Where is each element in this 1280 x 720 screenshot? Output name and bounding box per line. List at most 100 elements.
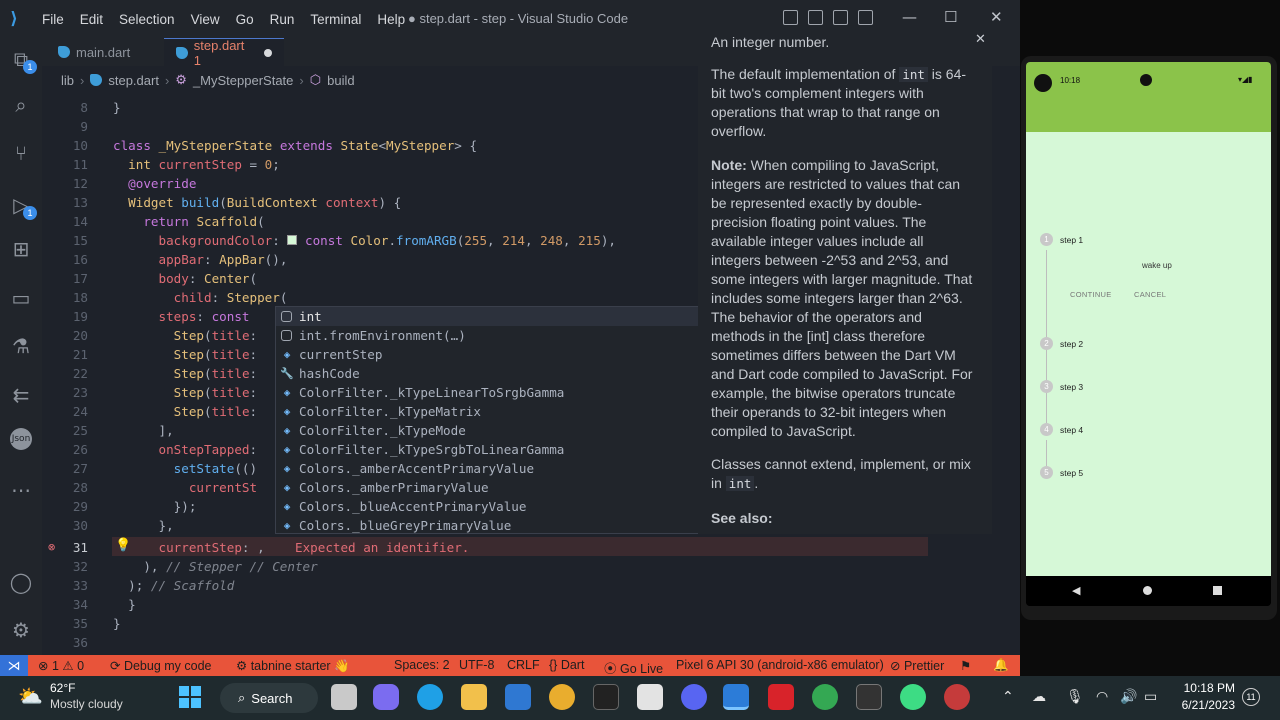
- problems-indicator[interactable]: ⊗ 1 ⚠ 0: [38, 658, 84, 673]
- weather-condition[interactable]: Mostly cloudy: [50, 697, 123, 711]
- minimize-icon[interactable]: —: [902, 8, 917, 26]
- menu-view[interactable]: View: [183, 12, 228, 27]
- json-icon[interactable]: Json: [10, 428, 32, 450]
- close-details-icon[interactable]: ✕: [975, 32, 986, 47]
- device-status[interactable]: Pixel 6 API 30 (android-x86 emulator): [676, 658, 884, 672]
- microphone-icon[interactable]: 🎙: [1066, 689, 1084, 705]
- step-circle[interactable]: 2: [1040, 337, 1053, 350]
- remote-explorer-icon[interactable]: ▭: [7, 284, 35, 312]
- suggestion-item[interactable]: ◈ Colors._blueGreyPrimaryValue: [276, 516, 708, 535]
- debug-my-code[interactable]: ⟳ Debug my code: [110, 658, 212, 673]
- wifi-icon[interactable]: ◠: [1096, 689, 1108, 705]
- go-live-button[interactable]: ⦿ Go Live: [604, 658, 663, 677]
- screen-recorder-icon[interactable]: [944, 684, 970, 710]
- suggestion-item[interactable]: ◈ ColorFilter._kTypeLinearToSrgbGamma: [276, 383, 708, 402]
- close-icon[interactable]: ✕: [990, 8, 1003, 26]
- suggestion-item[interactable]: ◈ Colors._amberAccentPrimaryValue: [276, 459, 708, 478]
- step-title[interactable]: step 2: [1060, 339, 1083, 349]
- edge-icon[interactable]: [417, 684, 443, 710]
- discord-icon[interactable]: [681, 684, 707, 710]
- suggestion-item[interactable]: int.fromEnvironment(…): [276, 326, 708, 345]
- maximize-icon[interactable]: ☐: [944, 8, 957, 26]
- encoding-status[interactable]: UTF-8: [459, 658, 494, 672]
- tab-step-dart[interactable]: step.dart 1: [164, 38, 284, 68]
- step-title[interactable]: step 3: [1060, 382, 1083, 392]
- breadcrumb-file[interactable]: step.dart: [108, 73, 159, 88]
- step-circle[interactable]: 1: [1040, 233, 1053, 246]
- mail-icon[interactable]: [505, 684, 531, 710]
- accounts-icon[interactable]: ◯: [7, 568, 35, 596]
- suggestion-item[interactable]: ◈ ColorFilter._kTypeMatrix: [276, 402, 708, 421]
- toggle-secondary-sidebar-icon[interactable]: [833, 10, 848, 25]
- suggestion-item[interactable]: ◈ Colors._blueAccentPrimaryValue: [276, 497, 708, 516]
- suggestion-item[interactable]: ◈ ColorFilter._kTypeSrgbToLinearGamma: [276, 440, 708, 459]
- explorer-icon[interactable]: ⧉ 1: [7, 45, 37, 74]
- continue-button[interactable]: CONTINUE: [1070, 290, 1112, 299]
- back-icon[interactable]: ◀: [1072, 584, 1080, 597]
- android-studio-icon[interactable]: [900, 684, 926, 710]
- menu-file[interactable]: File: [34, 12, 72, 27]
- run-debug-icon[interactable]: ▷ 1: [7, 191, 37, 220]
- menu-edit[interactable]: Edit: [72, 12, 111, 27]
- suggestion-item[interactable]: ◈ currentStep: [276, 345, 708, 364]
- acrobat-icon[interactable]: [768, 684, 794, 710]
- menu-terminal[interactable]: Terminal: [302, 12, 369, 27]
- breadcrumb-class[interactable]: _MyStepperState: [193, 73, 293, 88]
- file-explorer-icon[interactable]: [461, 684, 487, 710]
- show-hidden-icons-icon[interactable]: ⌃: [1002, 689, 1014, 705]
- tab-main-dart[interactable]: main.dart: [46, 38, 156, 66]
- weather-icon[interactable]: ⛅: [18, 684, 43, 708]
- volume-icon[interactable]: 🔊: [1120, 689, 1137, 705]
- remote-indicator-icon[interactable]: ⋊: [0, 655, 28, 676]
- search-icon[interactable]: ⌕: [7, 91, 35, 119]
- terminal-icon[interactable]: [856, 684, 882, 710]
- menu-run[interactable]: Run: [262, 12, 303, 27]
- capcut-icon[interactable]: [593, 684, 619, 710]
- task-view-icon[interactable]: [331, 684, 357, 710]
- suggestion-item[interactable]: ◈ Colors._amberPrimaryValue: [276, 478, 708, 497]
- emulator-screen[interactable]: 10:18 ▾◢▮ 1 step 1 wake up CONTINUE CANC…: [1026, 62, 1271, 606]
- more-icon[interactable]: ⋯: [7, 476, 35, 504]
- taskbar-search[interactable]: ⌕ Search: [220, 683, 318, 713]
- recents-icon[interactable]: [1213, 586, 1222, 595]
- suggestion-item[interactable]: 🔧 hashCode: [276, 364, 708, 383]
- step-circle[interactable]: 3: [1040, 380, 1053, 393]
- step-title[interactable]: step 1: [1060, 235, 1083, 245]
- taskbar-date[interactable]: 6/21/2023: [1174, 698, 1235, 712]
- feedback-icon[interactable]: ⚑: [960, 658, 971, 673]
- toggle-panel-icon[interactable]: [808, 10, 823, 25]
- chrome-icon[interactable]: [549, 684, 575, 710]
- cancel-button[interactable]: CANCEL: [1134, 290, 1166, 299]
- step-title[interactable]: step 4: [1060, 425, 1083, 435]
- prettier-status[interactable]: ⊘ Prettier: [890, 658, 944, 673]
- menu-selection[interactable]: Selection: [111, 12, 183, 27]
- testing-icon[interactable]: ⚗: [7, 332, 35, 360]
- battery-icon[interactable]: ▭: [1144, 689, 1157, 705]
- chrome-profile-icon[interactable]: [812, 684, 838, 710]
- onedrive-icon[interactable]: ☁: [1032, 689, 1046, 705]
- source-control-icon[interactable]: ⑂: [7, 139, 35, 167]
- customize-layout-icon[interactable]: [858, 10, 873, 25]
- breadcrumb-method[interactable]: build: [327, 73, 354, 88]
- vscode-taskbar-icon[interactable]: [723, 684, 749, 710]
- settings-gear-icon[interactable]: ⚙: [7, 616, 35, 644]
- snipping-tool-icon[interactable]: [637, 684, 663, 710]
- start-icon[interactable]: [179, 686, 201, 708]
- step-circle[interactable]: 4: [1040, 423, 1053, 436]
- unsaved-dot-icon[interactable]: [264, 48, 272, 57]
- suggestion-item[interactable]: ◈ ColorFilter._kTypeMode: [276, 421, 708, 440]
- indentation-status[interactable]: Spaces: 2: [394, 658, 450, 672]
- notification-count-badge[interactable]: 11: [1242, 688, 1260, 706]
- breadcrumb-lib[interactable]: lib: [61, 73, 74, 88]
- eol-status[interactable]: CRLF: [507, 658, 540, 672]
- home-icon[interactable]: [1143, 586, 1152, 595]
- tabnine-status[interactable]: ⚙ tabnine starter 👋: [236, 658, 350, 674]
- language-status[interactable]: {} Dart: [549, 658, 584, 672]
- menu-go[interactable]: Go: [228, 12, 262, 27]
- error-gutter-icon[interactable]: ⊗: [48, 540, 55, 554]
- live-share-icon[interactable]: ⇇: [7, 381, 35, 409]
- teams-chat-icon[interactable]: [373, 684, 399, 710]
- step-title[interactable]: step 5: [1060, 468, 1083, 478]
- weather-temperature[interactable]: 62°F: [50, 681, 75, 695]
- menu-help[interactable]: Help: [369, 12, 413, 27]
